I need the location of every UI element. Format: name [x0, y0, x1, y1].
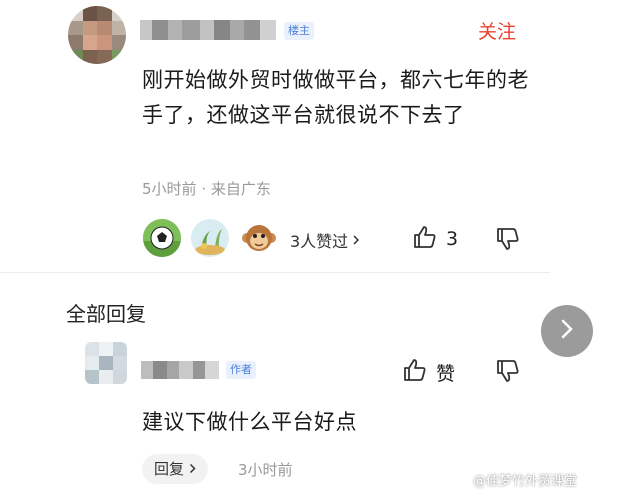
reply-button-label: 回复: [154, 460, 185, 478]
post-like-button[interactable]: 3: [412, 224, 458, 254]
post-location: 来自广东: [210, 180, 271, 198]
watermark: @佳梦竹外贸课堂: [473, 474, 578, 489]
chevron-right-icon: [189, 459, 196, 479]
reply-username-blurred[interactable]: [141, 361, 219, 379]
reply-dislike-button[interactable]: [495, 358, 521, 388]
follow-button[interactable]: 关注: [478, 17, 516, 44]
reply-avatar[interactable]: [85, 342, 127, 384]
liked-by-link[interactable]: 3人赞过: [290, 228, 360, 252]
chevron-right-icon: [559, 317, 575, 345]
author-badge: 作者: [226, 361, 256, 379]
op-avatar[interactable]: [68, 6, 126, 64]
op-badge: 楼主: [284, 22, 314, 40]
next-page-button[interactable]: [541, 305, 593, 357]
reply-time: 3小时前: [238, 461, 293, 479]
post-content: 刚开始做外贸时做做平台，都六七年的老手了，还做这平台就很说不下去了: [142, 68, 529, 127]
post-like-count: 3: [446, 228, 459, 250]
liker-avatar-monkey[interactable]: [240, 219, 278, 257]
section-divider: [0, 272, 550, 273]
meta-separator: ·: [201, 180, 211, 198]
thumbs-down-icon: [495, 360, 521, 388]
reply-like-button[interactable]: 赞: [402, 357, 455, 387]
op-username-blurred[interactable]: [140, 20, 276, 40]
all-replies-title: 全部回复: [66, 302, 146, 326]
liker-avatar-soccer[interactable]: [143, 219, 181, 257]
chevron-right-icon: [352, 231, 360, 250]
thumbs-down-icon: [495, 228, 521, 256]
thumbs-up-icon: [402, 357, 428, 387]
reply-like-label: 赞: [436, 362, 456, 385]
reply-button[interactable]: 回复: [142, 454, 209, 484]
liked-by-label: 3人赞过: [290, 232, 349, 251]
post-meta: 5小时前 · 来自广东: [142, 178, 271, 199]
post-dislike-button[interactable]: [495, 226, 521, 256]
liker-avatar-scenery[interactable]: [191, 219, 229, 257]
post-time: 5小时前: [142, 180, 197, 198]
thumbs-up-icon: [412, 224, 438, 254]
reply-content: 建议下做什么平台好点: [142, 410, 357, 434]
